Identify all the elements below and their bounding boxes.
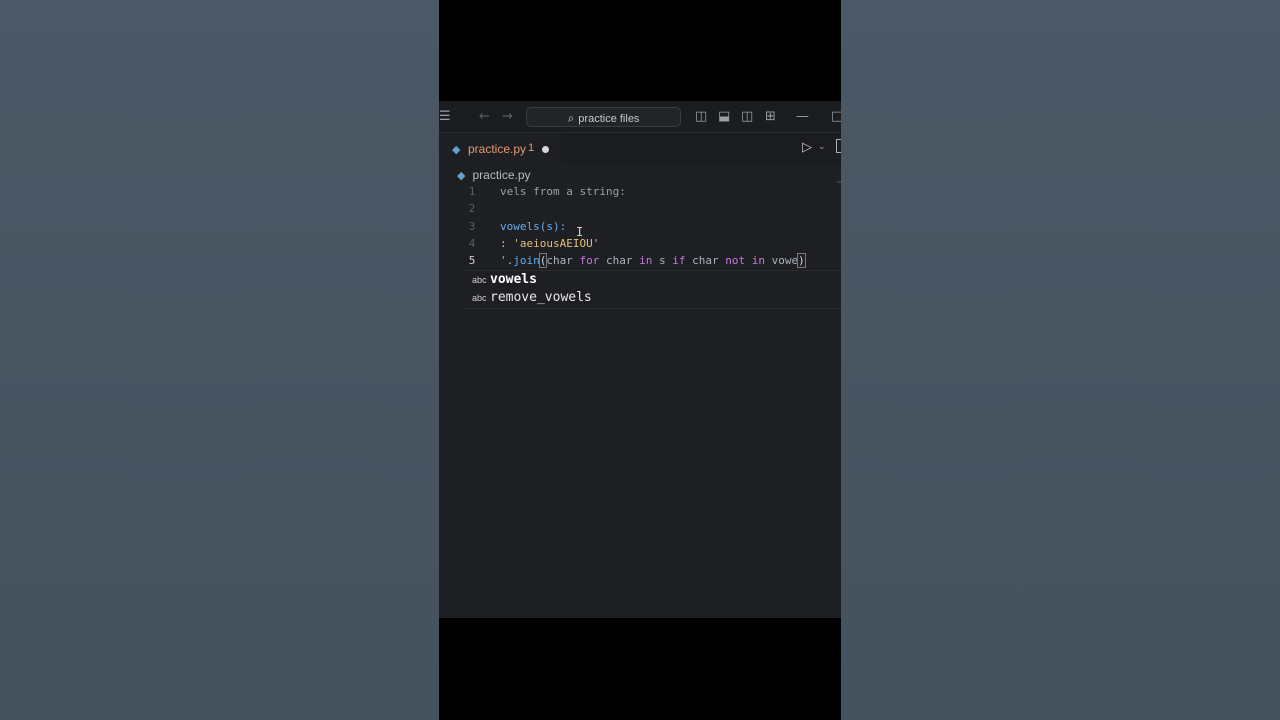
code-text: vowels(s): — [500, 220, 567, 233]
minimize-icon[interactable]: — — [796, 101, 809, 132]
video-frame: ☰ ← → ⌕ practice files ◫ ⬓ ◫ ⊞ — □ ◆ prac… — [439, 0, 841, 720]
python-file-icon: ◆ — [457, 169, 466, 182]
search-label: practice files — [578, 113, 640, 125]
line-number: 3 — [468, 220, 476, 233]
line-number: 1 — [468, 185, 476, 198]
toggle-secondary-sidebar-icon[interactable]: ◫ — [741, 101, 753, 132]
arrow-left-icon[interactable]: ← — [479, 101, 490, 132]
arrow-right-icon[interactable]: → — [502, 101, 513, 132]
suggestion-item[interactable]: abc vowels — [466, 271, 841, 289]
code-line-5[interactable]: 5 '.join(char for char in s if char not … — [439, 252, 841, 269]
tab-label: practice.py — [468, 142, 527, 156]
code-text: : 'aeiousAEIOU' — [500, 237, 600, 250]
breadcrumb[interactable]: ◆ practice.py — [457, 168, 531, 182]
chevron-down-icon[interactable]: ⌄ — [818, 142, 826, 152]
suggestion-label: vowels — [490, 272, 537, 287]
code-line-2[interactable]: 2 — [439, 200, 841, 217]
suggestion-item[interactable]: abc remove_vowels — [466, 289, 841, 307]
suggestion-label: remove_vowels — [490, 290, 592, 305]
hamburger-icon[interactable]: ☰ — [439, 101, 451, 132]
code-line-1[interactable]: 1 vels from a string: — [439, 183, 841, 200]
tab-bar: ◆ practice.py 1 ▷ ⌄ — [439, 133, 841, 165]
scrollbar-marker[interactable] — [837, 181, 841, 183]
problem-count-badge: 1 — [528, 142, 535, 154]
breadcrumb-file: practice.py — [472, 168, 531, 182]
run-play-icon[interactable]: ▷ — [802, 140, 812, 155]
line-number: 4 — [468, 237, 476, 250]
title-bar: ☰ ← → ⌕ practice files ◫ ⬓ ◫ ⊞ — □ — [439, 101, 841, 133]
unsaved-dot-icon[interactable] — [542, 146, 549, 153]
text-kind-icon: abc — [472, 275, 487, 285]
maximize-icon[interactable]: □ — [831, 101, 841, 132]
search-icon: ⌕ — [567, 111, 575, 125]
line-number: 2 — [468, 202, 476, 215]
code-text: '.join(char for char in s if char not in… — [500, 253, 806, 268]
text-kind-icon: abc — [472, 293, 487, 303]
code-line-3[interactable]: 3 vowels(s): — [439, 218, 841, 235]
line-number: 5 — [468, 254, 476, 267]
python-file-icon: ◆ — [452, 143, 461, 156]
text-cursor-icon: I — [576, 225, 584, 239]
code-text: vels from a string: — [500, 185, 626, 198]
code-line-4[interactable]: 4 : 'aeiousAEIOU' — [439, 235, 841, 252]
toggle-panel-icon[interactable]: ⬓ — [718, 101, 730, 132]
customize-layout-icon[interactable]: ⊞ — [765, 101, 776, 132]
command-center-search[interactable]: ⌕ practice files — [526, 107, 681, 127]
suggestion-widget: abc vowels abc remove_vowels — [466, 270, 841, 309]
split-editor-icon[interactable] — [836, 139, 841, 153]
tab-practice-py[interactable]: ◆ practice.py 1 — [439, 133, 561, 165]
toggle-primary-sidebar-icon[interactable]: ◫ — [695, 101, 707, 132]
editor-window: ☰ ← → ⌕ practice files ◫ ⬓ ◫ ⊞ — □ ◆ prac… — [439, 101, 841, 618]
